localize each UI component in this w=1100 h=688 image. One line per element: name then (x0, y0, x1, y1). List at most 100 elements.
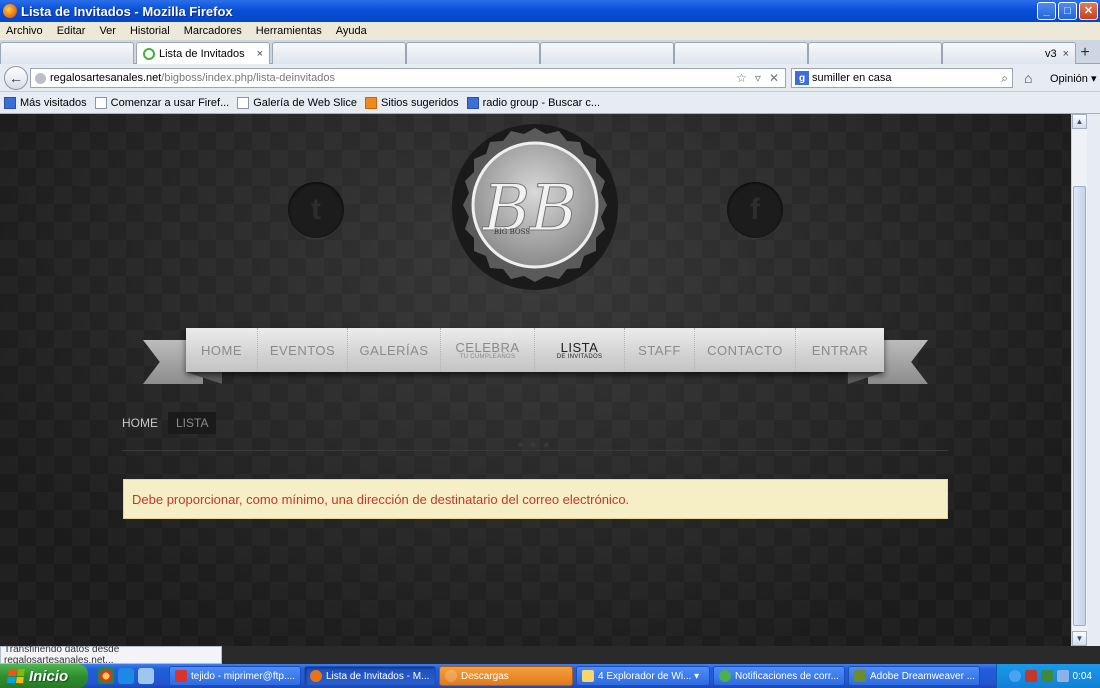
tray-security-icon[interactable] (1024, 670, 1037, 682)
maximize-button[interactable]: □ (1058, 2, 1077, 20)
chrome-icon[interactable] (98, 668, 114, 684)
main-nav: HOME EVENTOS GALERÍAS CELEBRA TU CUMPLEA… (186, 328, 884, 372)
tab-blank[interactable] (808, 42, 942, 64)
new-tab-button[interactable]: + (1074, 43, 1096, 63)
google-icon (466, 96, 479, 109)
vertical-scrollbar[interactable]: ▲ ▼ (1071, 114, 1087, 646)
start-button[interactable]: Inicio (0, 664, 88, 688)
history-dropdown-icon[interactable]: ▿ (755, 71, 761, 85)
tab-lista-de-invitados[interactable]: Lista de Invitados × (136, 42, 270, 64)
url-path: /bigboss/index.php/lista-deinvitados (161, 72, 335, 84)
home-icon[interactable]: ⌂ (1024, 70, 1032, 86)
big-boss-logo[interactable]: BB BIG BOSS (450, 122, 620, 292)
logo-text: BIG BOSS (494, 228, 530, 236)
logo-badge: BB BIG BOSS (452, 124, 618, 290)
menu-marcadores[interactable]: Marcadores (184, 25, 242, 37)
tab-close-icon[interactable]: × (257, 48, 263, 60)
firefox-icon (310, 670, 322, 682)
menu-ayuda[interactable]: Ayuda (336, 25, 367, 37)
tab-label: Lista de Invitados (159, 47, 245, 60)
tray-network-icon[interactable] (1040, 670, 1053, 682)
suggested-sites-icon (364, 96, 377, 109)
tab-blank[interactable] (674, 42, 808, 64)
bookmark-sitios-sugeridos[interactable]: Sitios sugeridos (364, 96, 459, 109)
tray-arrow-icon[interactable] (1008, 670, 1021, 682)
filezilla-icon (175, 670, 187, 682)
nav-sublabel: TU CUMPLEAÑOS (459, 354, 516, 360)
scroll-up-icon[interactable]: ▲ (1072, 114, 1087, 129)
minimize-button[interactable]: _ (1037, 2, 1056, 20)
error-message-text: Debe proporcionar, como mínimo, una dire… (132, 491, 630, 507)
quick-launch (98, 668, 166, 684)
taskbar-item-label: Descargas (461, 670, 509, 682)
nav-sublabel: DE INVITADOS (556, 354, 603, 360)
breadcrumb-current: LISTA (168, 412, 217, 434)
nav-lista[interactable]: LISTA DE INVITADOS (535, 328, 625, 372)
taskbar-item-notificaciones[interactable]: Notificaciones de corr... (713, 666, 845, 686)
facebook-icon[interactable]: f (727, 182, 783, 238)
bookmark-mas-visitados[interactable]: Más visitados (4, 96, 87, 109)
close-button[interactable]: ✕ (1079, 2, 1098, 20)
search-engine-icon[interactable]: g (795, 71, 809, 85)
scrollbar-thumb[interactable] (1073, 186, 1086, 626)
taskbar-item-descargas[interactable]: Descargas (439, 666, 573, 686)
menu-ver[interactable]: Ver (99, 25, 116, 37)
opinion-button[interactable]: Opinión ▾ (1050, 72, 1097, 85)
bookmark-star-icon[interactable]: ☆ (736, 71, 747, 85)
nav-home[interactable]: HOME (186, 328, 258, 372)
tab-bar: Lista de Invitados × v3 × + (0, 40, 1100, 64)
search-bar[interactable]: g sumiller en casa ⌕ (791, 68, 1013, 88)
tab-blank[interactable] (540, 42, 674, 64)
page-icon (237, 96, 250, 109)
search-input[interactable]: sumiller en casa (812, 72, 891, 84)
show-desktop-icon[interactable] (138, 668, 154, 684)
nav-label: GALERÍAS (359, 342, 429, 358)
nav-staff[interactable]: STAFF (625, 328, 695, 372)
menu-herramientas[interactable]: Herramientas (256, 25, 322, 37)
nav-celebra[interactable]: CELEBRA TU CUMPLEAÑOS (441, 328, 535, 372)
nav-label: ENTRAR (811, 342, 869, 358)
back-button[interactable]: ← (4, 66, 28, 90)
twitter-icon[interactable]: t (288, 182, 344, 238)
bookmark-galeria[interactable]: Galería de Web Slice (237, 96, 357, 109)
bookmark-comenzar[interactable]: Comenzar a usar Firef... (94, 96, 229, 109)
stop-icon[interactable]: ✕ (769, 71, 779, 85)
taskbar-item-filezilla[interactable]: tejido - miprimer@ftp.... (169, 666, 301, 686)
internet-explorer-icon[interactable] (118, 668, 134, 684)
nav-entrar[interactable]: ENTRAR (796, 328, 884, 372)
bookmarks-bar: Más visitados Comenzar a usar Firef... G… (0, 92, 1100, 114)
folder-icon (582, 670, 594, 682)
bookmark-radio-group[interactable]: radio group - Buscar c... (466, 96, 600, 109)
taskbar-item-firefox[interactable]: Lista de Invitados - M... (304, 666, 436, 686)
tab-blank[interactable] (272, 42, 406, 64)
search-icon[interactable]: ⌕ (1001, 71, 1012, 86)
tab-partial[interactable]: v3 × (942, 42, 1076, 64)
nav-label: EVENTOS (269, 342, 336, 358)
error-message: Debe proporcionar, como mínimo, una dire… (123, 479, 948, 519)
url-bar[interactable]: regalosartesanales.net /bigboss/index.ph… (30, 68, 786, 88)
nav-label: HOME (201, 342, 242, 358)
tab-blank[interactable] (0, 42, 134, 64)
breadcrumb-home[interactable]: HOME (122, 416, 158, 430)
divider-line (122, 450, 948, 451)
menu-editar[interactable]: Editar (57, 25, 86, 37)
taskbar-item-label: Notificaciones de corr... (735, 670, 839, 682)
clock: 0:04 (1072, 670, 1092, 682)
nav-eventos[interactable]: EVENTOS (258, 328, 348, 372)
nav-galerias[interactable]: GALERÍAS (348, 328, 441, 372)
taskbar-item-explorador[interactable]: 4 Explorador de Wi... ▾ (576, 666, 710, 686)
loading-icon (143, 47, 155, 60)
taskbar-item-dreamweaver[interactable]: Adobe Dreamweaver ... (848, 666, 980, 686)
bookmark-folder-icon (4, 96, 16, 109)
menu-historial[interactable]: Historial (130, 25, 170, 37)
nav-label: LISTA (560, 340, 599, 355)
nav-contacto[interactable]: CONTACTO (695, 328, 796, 372)
menu-archivo[interactable]: Archivo (6, 25, 43, 37)
menu-bar: Archivo Editar Ver Historial Marcadores … (0, 22, 1100, 40)
site-identity-icon[interactable] (35, 72, 46, 84)
tab-blank[interactable] (406, 42, 540, 64)
tray-volume-icon[interactable] (1056, 670, 1069, 682)
scroll-down-icon[interactable]: ▼ (1072, 631, 1087, 646)
tab-close-icon[interactable]: × (1063, 48, 1069, 60)
chrome-icon (719, 670, 731, 682)
